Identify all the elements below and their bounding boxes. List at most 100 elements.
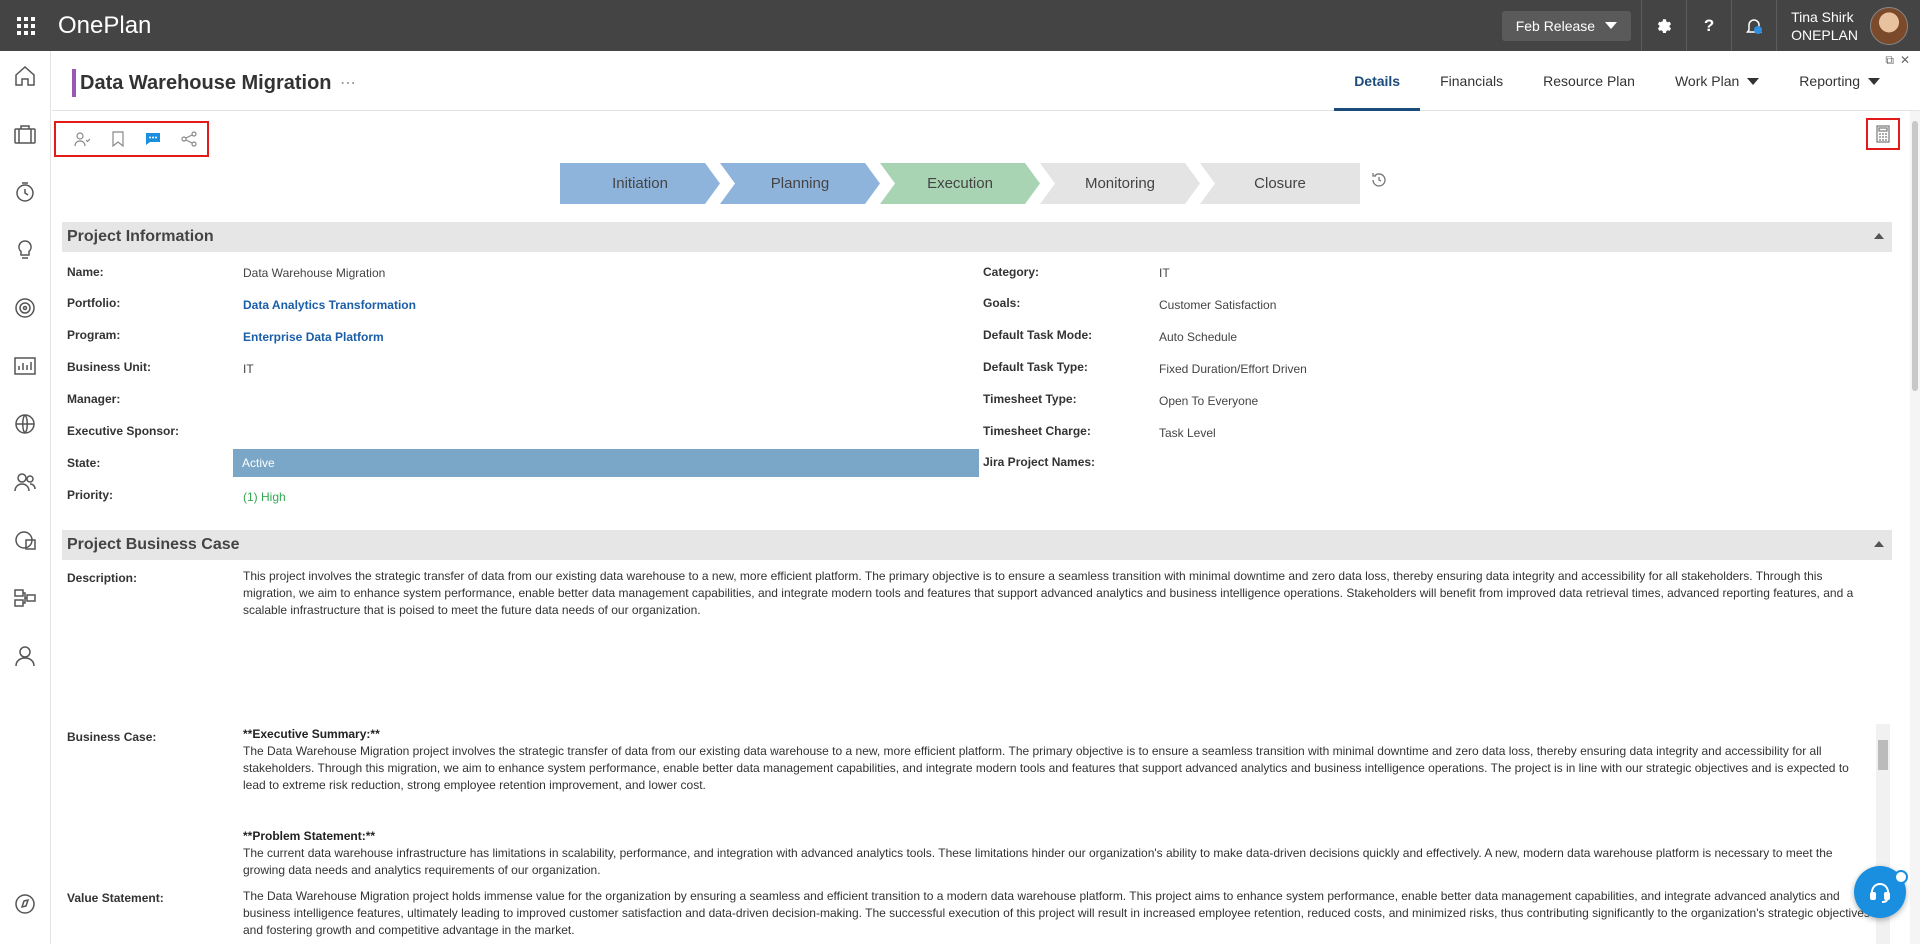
field-label: Manager:	[67, 392, 121, 406]
clock-icon[interactable]	[12, 179, 38, 205]
stage-progress: Initiation Planning Execution Monitoring…	[560, 163, 1360, 204]
stage-monitoring[interactable]: Monitoring	[1040, 163, 1200, 204]
brand-name[interactable]: OnePlan	[58, 12, 151, 40]
user-menu[interactable]: Tina Shirk ONEPLAN	[1776, 0, 1920, 51]
help-button[interactable]: ?	[1686, 0, 1731, 51]
stage-execution[interactable]: Execution	[880, 163, 1040, 204]
field-label: Goals:	[983, 296, 1021, 310]
stage-initiation[interactable]: Initiation	[560, 163, 720, 204]
chevron-down-icon	[1868, 77, 1880, 85]
timesheet-type-value: Open To Everyone	[1159, 394, 1259, 408]
field-label: Category:	[983, 265, 1040, 279]
chevron-down-icon	[1747, 77, 1760, 85]
calculator-button[interactable]	[1866, 118, 1900, 150]
top-bar: OnePlan Feb Release ? Tina Shirk ONEPLAN	[0, 0, 1920, 51]
briefcase-icon[interactable]	[12, 121, 38, 147]
tab-work-plan[interactable]: Work Plan	[1655, 51, 1779, 111]
release-label: Feb Release	[1515, 17, 1596, 34]
collapse-icon[interactable]	[1874, 233, 1884, 239]
comment-icon[interactable]	[136, 124, 172, 154]
assign-user-icon[interactable]	[64, 124, 100, 154]
business-case-header[interactable]: Project Business Case	[62, 530, 1892, 560]
name-value: Data Warehouse Migration	[243, 266, 386, 280]
page-scrollbar[interactable]	[1910, 111, 1920, 944]
title-accent-bar	[72, 69, 76, 97]
collapse-icon[interactable]	[1874, 541, 1884, 547]
people-icon[interactable]	[12, 469, 38, 495]
goals-value: Customer Satisfaction	[1159, 298, 1277, 312]
tab-financials[interactable]: Financials	[1420, 51, 1523, 111]
priority-value: (1) High	[243, 490, 286, 504]
left-nav	[0, 51, 51, 944]
hierarchy-icon[interactable]	[12, 585, 38, 611]
settings-button[interactable]	[1641, 0, 1686, 51]
project-information-header[interactable]: Project Information	[62, 222, 1892, 252]
lightbulb-icon[interactable]	[12, 237, 38, 263]
action-toolbar	[54, 121, 209, 157]
portfolio-link[interactable]: Data Analytics Transformation	[243, 298, 416, 312]
bell-icon	[1746, 18, 1763, 34]
compass-icon[interactable]	[12, 891, 38, 917]
stage-planning[interactable]: Planning	[720, 163, 880, 204]
field-label: Executive Sponsor:	[67, 424, 180, 438]
globe-icon[interactable]	[12, 411, 38, 437]
main-content: Data Warehouse Migration ⋯ ⧉✕ Details Fi…	[52, 51, 1920, 944]
task-type-value: Fixed Duration/Effort Driven	[1159, 362, 1307, 376]
title-bar: Data Warehouse Migration ⋯ ⧉✕ Details Fi…	[52, 51, 1920, 111]
field-label: Name:	[67, 265, 104, 279]
field-label: Jira Project Names:	[983, 455, 1096, 469]
field-label: Default Task Mode:	[983, 328, 1093, 342]
support-chat-button[interactable]	[1854, 866, 1908, 918]
home-icon[interactable]	[12, 63, 38, 89]
exec-summary-heading: **Executive Summary:**	[243, 727, 380, 741]
field-label: Priority:	[67, 488, 114, 502]
field-label: Portfolio:	[67, 296, 121, 310]
program-link[interactable]: Enterprise Data Platform	[243, 330, 384, 344]
tab-resource-plan[interactable]: Resource Plan	[1523, 51, 1655, 111]
field-label: Program:	[67, 328, 121, 342]
problem-heading: **Problem Statement:**	[243, 829, 376, 843]
close-icon[interactable]: ✕	[1900, 53, 1916, 67]
task-mode-value: Auto Schedule	[1159, 330, 1238, 344]
problem-text: The current data warehouse infrastructur…	[243, 846, 1833, 877]
description-text: This project involves the strategic tran…	[243, 569, 1854, 617]
field-label: Business Case:	[67, 730, 157, 744]
stage-closure[interactable]: Closure	[1200, 163, 1360, 204]
business-unit-value: IT	[243, 362, 254, 376]
more-options-icon[interactable]: ⋯	[340, 73, 357, 93]
avatar[interactable]	[1870, 6, 1908, 45]
field-label: Business Unit:	[67, 360, 152, 374]
person-icon[interactable]	[12, 643, 38, 669]
tab-reporting[interactable]: Reporting	[1779, 51, 1900, 111]
field-label: Timesheet Charge:	[983, 424, 1091, 438]
report-icon[interactable]	[12, 353, 38, 379]
dashboard-icon[interactable]	[12, 527, 38, 553]
exec-summary-text: The Data Warehouse Migration project inv…	[243, 744, 1849, 792]
timesheet-charge-value: Task Level	[1159, 426, 1216, 440]
scroll-thumb[interactable]	[1912, 121, 1918, 391]
field-label: Default Task Type:	[983, 360, 1088, 374]
field-label: Value Statement:	[67, 891, 164, 905]
target-icon[interactable]	[12, 295, 38, 321]
chat-badge	[1894, 870, 1908, 884]
refresh-stage-icon[interactable]	[1370, 171, 1392, 193]
app-launcher-icon[interactable]	[0, 0, 52, 51]
bookmark-icon[interactable]	[100, 124, 136, 154]
calculator-icon	[1876, 125, 1890, 143]
field-label: Description:	[67, 571, 138, 585]
tab-details[interactable]: Details	[1334, 51, 1421, 111]
value-statement-text: The Data Warehouse Migration project hol…	[243, 889, 1870, 937]
field-label: State:	[67, 456, 101, 470]
user-org: ONEPLAN	[1791, 26, 1858, 43]
scroll-thumb[interactable]	[1878, 740, 1888, 770]
share-icon[interactable]	[171, 124, 207, 154]
notifications-button[interactable]	[1731, 0, 1776, 51]
state-field[interactable]: Active	[233, 449, 979, 477]
chevron-down-icon	[1605, 22, 1618, 29]
release-dropdown[interactable]: Feb Release	[1501, 10, 1632, 41]
field-label: Timesheet Type:	[983, 392, 1077, 406]
user-name: Tina Shirk	[1791, 8, 1854, 25]
category-value: IT	[1159, 266, 1170, 280]
page-title: Data Warehouse Migration	[80, 72, 332, 94]
tab-bar: Details Financials Resource Plan Work Pl…	[1334, 51, 1900, 111]
